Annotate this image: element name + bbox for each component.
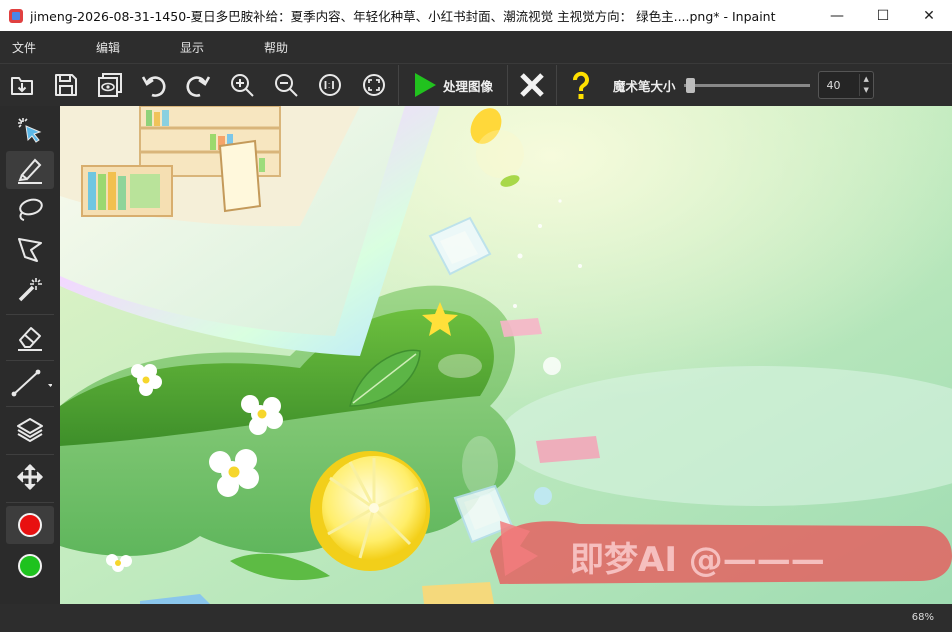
redo-icon bbox=[186, 76, 211, 97]
eraser-icon bbox=[18, 327, 42, 351]
zoom-in-icon bbox=[231, 74, 254, 97]
maximize-button[interactable]: ☐ bbox=[860, 0, 906, 31]
select-arrow-icon bbox=[18, 118, 42, 143]
marker-icon bbox=[18, 158, 42, 184]
play-icon bbox=[415, 73, 436, 97]
spin-up-icon[interactable]: ▲ bbox=[860, 74, 873, 85]
help-icon bbox=[573, 71, 589, 99]
marker-tool[interactable] bbox=[6, 151, 54, 189]
open-icon bbox=[11, 77, 33, 95]
brush-size-value[interactable]: 40 bbox=[819, 79, 859, 92]
tool-sidebar bbox=[0, 106, 60, 604]
minimize-button[interactable]: — bbox=[814, 0, 860, 31]
tool-separator bbox=[6, 454, 54, 455]
preview-icon bbox=[98, 73, 122, 97]
line-tool[interactable] bbox=[6, 364, 54, 402]
move-icon bbox=[16, 463, 44, 491]
red-color-icon bbox=[18, 513, 42, 537]
status-bar: 68% bbox=[0, 604, 952, 632]
primary-color-swatch[interactable] bbox=[6, 506, 54, 544]
layers-tool[interactable] bbox=[6, 411, 54, 449]
zoom-level: 68% bbox=[911, 612, 934, 623]
cancel-icon bbox=[520, 73, 544, 97]
app-icon bbox=[9, 8, 23, 23]
menu-bar: 文件 编辑 显示 帮助 bbox=[0, 31, 952, 64]
preview-button[interactable] bbox=[88, 65, 132, 105]
lasso-tool[interactable] bbox=[6, 191, 54, 229]
menu-view[interactable]: 显示 bbox=[168, 39, 252, 56]
tool-separator bbox=[6, 360, 54, 361]
save-button[interactable] bbox=[44, 65, 88, 105]
slider-track bbox=[683, 84, 810, 87]
toolbar-separator bbox=[556, 65, 558, 105]
fit-screen-icon bbox=[363, 74, 385, 96]
zoom-out-button[interactable] bbox=[264, 65, 308, 105]
canvas-image: 即梦AI @——— bbox=[60, 106, 952, 604]
brush-size-spinbox[interactable]: 40 ▲ ▼ bbox=[817, 71, 874, 99]
toolbar-separator bbox=[398, 65, 399, 105]
lasso-icon bbox=[19, 198, 43, 221]
watermark-text: 即梦AI @——— bbox=[570, 540, 825, 580]
slider-handle[interactable] bbox=[685, 78, 695, 93]
menu-help[interactable]: 帮助 bbox=[252, 39, 336, 56]
title-bar: jimeng-2026-08-31-1450-夏日多巴胺补给：夏季内容、年轻化种… bbox=[0, 0, 952, 31]
line-icon bbox=[11, 369, 52, 397]
eraser-tool[interactable] bbox=[6, 318, 54, 356]
green-color-icon bbox=[18, 554, 42, 578]
menu-file[interactable]: 文件 bbox=[0, 39, 84, 56]
tool-separator bbox=[6, 406, 54, 407]
zoom-in-button[interactable] bbox=[220, 65, 264, 105]
tool-separator bbox=[6, 314, 54, 315]
toolbar-separator bbox=[507, 65, 509, 105]
window-title: jimeng-2026-08-31-1450-夏日多巴胺补给：夏季内容、年轻化种… bbox=[30, 9, 776, 24]
magic-wand-tool[interactable] bbox=[6, 271, 54, 309]
image-canvas[interactable]: 即梦AI @——— bbox=[60, 106, 952, 604]
polygon-lasso-tool[interactable] bbox=[6, 231, 54, 269]
secondary-color-swatch[interactable] bbox=[6, 547, 54, 585]
actual-size-button[interactable] bbox=[308, 65, 352, 105]
layers-icon bbox=[17, 418, 43, 442]
process-image-label: 处理图像 bbox=[443, 78, 494, 94]
toolbar: 处理图像 魔术笔大小 40 ▲ ▼ bbox=[0, 64, 952, 106]
redo-button[interactable] bbox=[176, 65, 220, 105]
polygon-lasso-icon bbox=[18, 238, 42, 262]
save-icon bbox=[55, 74, 77, 96]
move-tool[interactable] bbox=[6, 458, 54, 496]
process-image-button[interactable]: 处理图像 bbox=[401, 65, 505, 105]
spin-arrows[interactable]: ▲ ▼ bbox=[858, 74, 873, 96]
open-button[interactable] bbox=[0, 65, 44, 105]
help-button[interactable] bbox=[559, 65, 603, 105]
fit-screen-button[interactable] bbox=[352, 65, 396, 105]
magic-wand-icon bbox=[18, 278, 42, 302]
undo-button[interactable] bbox=[132, 65, 176, 105]
spin-down-icon[interactable]: ▼ bbox=[860, 85, 873, 96]
watermark: 即梦AI @——— bbox=[490, 521, 952, 584]
brush-size-slider[interactable] bbox=[683, 75, 810, 95]
cancel-button[interactable] bbox=[510, 65, 554, 105]
menu-edit[interactable]: 编辑 bbox=[84, 39, 168, 56]
actual-size-icon bbox=[319, 74, 341, 96]
brush-size-label: 魔术笔大小 bbox=[613, 78, 676, 94]
tool-separator bbox=[6, 502, 54, 503]
select-tool[interactable] bbox=[6, 111, 54, 149]
zoom-out-icon bbox=[275, 74, 298, 97]
close-button[interactable]: ✕ bbox=[906, 0, 952, 31]
undo-icon bbox=[141, 76, 166, 97]
